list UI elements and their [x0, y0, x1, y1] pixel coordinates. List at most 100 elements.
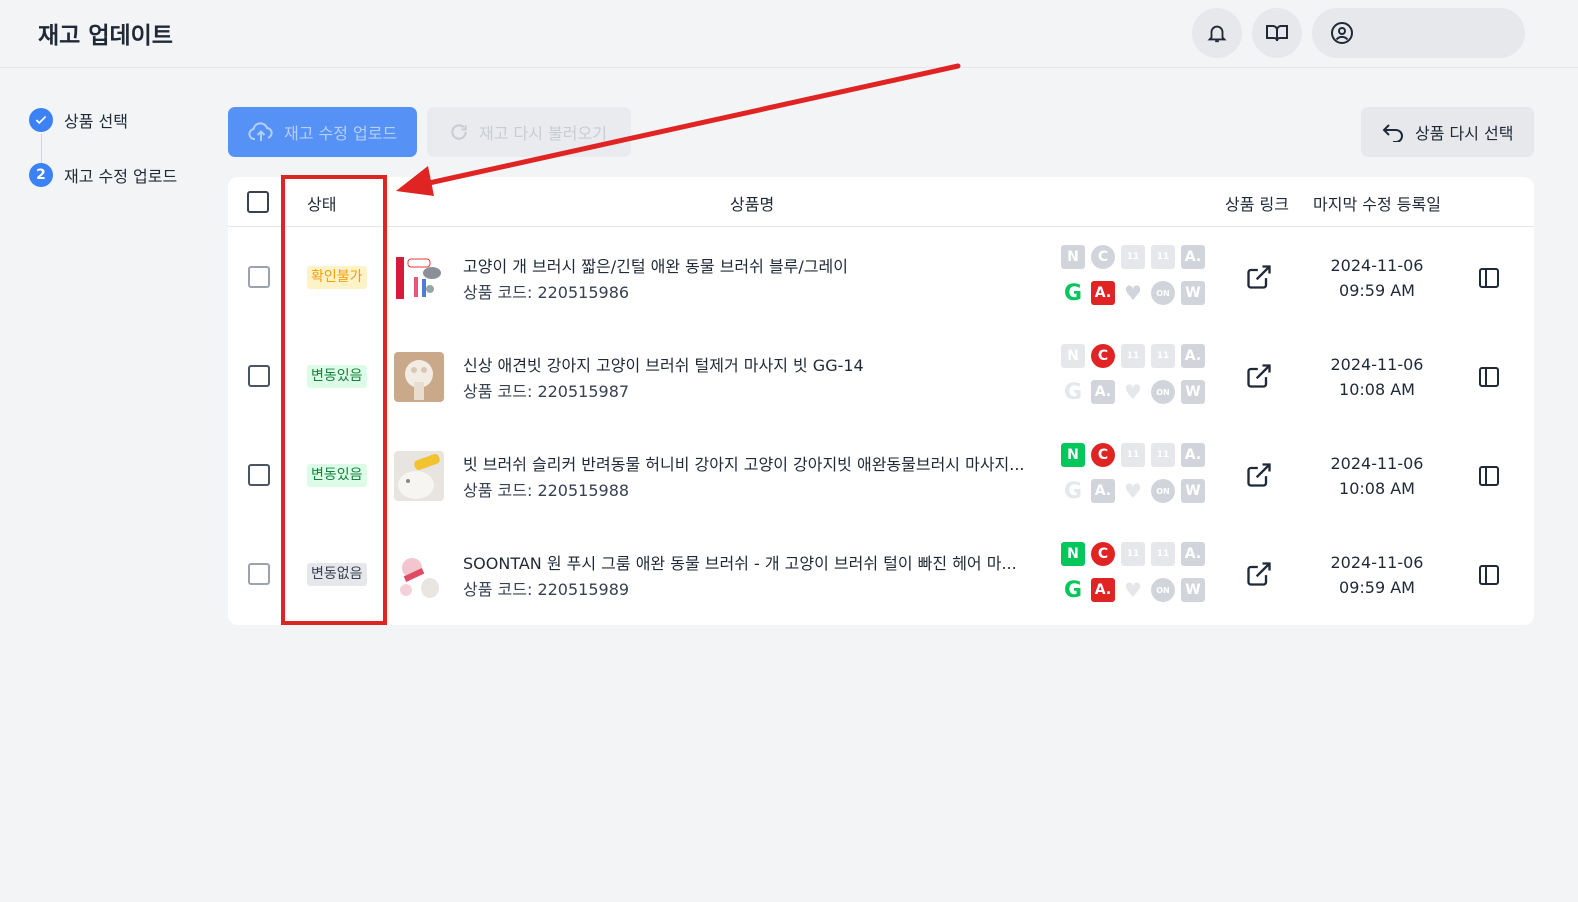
- auction-red-icon[interactable]: A.: [1091, 479, 1115, 503]
- row-checkbox[interactable]: [248, 266, 270, 288]
- heart-icon[interactable]: ♥: [1121, 578, 1145, 602]
- naver-icon[interactable]: N: [1061, 542, 1085, 566]
- row-checkbox[interactable]: [248, 563, 270, 585]
- auction-red-icon[interactable]: A.: [1091, 281, 1115, 305]
- last-updated-time: 10:08 AM: [1339, 479, 1415, 498]
- last-updated: 2024-11-06 10:08 AM: [1310, 451, 1444, 501]
- side-panel-icon[interactable]: [1477, 266, 1501, 290]
- on-icon[interactable]: ON: [1151, 281, 1175, 305]
- coupang-icon[interactable]: C: [1091, 542, 1115, 566]
- product-code: 상품 코드: 220515989: [463, 580, 630, 599]
- row-checkbox[interactable]: [248, 464, 270, 486]
- last-updated-time: 10:08 AM: [1339, 380, 1415, 399]
- wemakeprice-icon[interactable]: W: [1181, 380, 1205, 404]
- product-thumbnail: [394, 451, 444, 501]
- step-connector: [41, 134, 42, 164]
- step-number: 2: [29, 163, 53, 187]
- upload-stock-button[interactable]: 재고 수정 업로드: [228, 107, 417, 157]
- reselect-product-button[interactable]: 상품 다시 선택: [1361, 107, 1534, 157]
- product-name[interactable]: 고양이 개 브러시 짧은/긴털 애완 동물 브러쉬 블루/그레이: [463, 253, 848, 277]
- naver-icon[interactable]: N: [1061, 443, 1085, 467]
- on-icon[interactable]: ON: [1151, 578, 1175, 602]
- on-icon[interactable]: ON: [1151, 380, 1175, 404]
- 11st-icon[interactable]: 11: [1121, 344, 1145, 368]
- 11st-global-icon[interactable]: 11: [1151, 344, 1175, 368]
- upload-stock-label: 재고 수정 업로드: [284, 124, 398, 143]
- step-select-product[interactable]: 상품 선택: [29, 108, 128, 132]
- last-updated-date: 2024-11-06: [1330, 256, 1424, 275]
- last-updated: 2024-11-06 10:08 AM: [1310, 352, 1444, 402]
- wemakeprice-icon[interactable]: W: [1181, 578, 1205, 602]
- auction-red-icon[interactable]: A.: [1091, 578, 1115, 602]
- bell-icon: [1207, 25, 1227, 43]
- 11st-icon[interactable]: 11: [1121, 443, 1145, 467]
- table-row[interactable]: 확인불가 고양이 개 브러시 짧은/긴털 애완 동물 브러쉬 블루/그레이 상품…: [228, 228, 1534, 327]
- reselect-product-label: 상품 다시 선택: [1415, 124, 1514, 143]
- check-icon: [29, 108, 53, 132]
- 11st-global-icon[interactable]: 11: [1151, 245, 1175, 269]
- product-name[interactable]: 신상 애견빗 강아지 고양이 브러쉬 털제거 마사지 빗 GG-14: [463, 352, 864, 376]
- table-row[interactable]: 변동없음 SOONTAN 원 푸시 그룸 애완 동물 브러쉬 - 개 고양이 브…: [228, 525, 1534, 624]
- undo-arrow-icon: [1382, 124, 1403, 142]
- external-link-icon[interactable]: [1245, 362, 1273, 390]
- product-name[interactable]: 빗 브러쉬 슬리커 반려동물 허니비 강아지 고양이 강아지빗 애완동물브러시 …: [463, 451, 1025, 475]
- heart-icon[interactable]: ♥: [1121, 281, 1145, 305]
- side-panel-icon[interactable]: [1477, 365, 1501, 389]
- product-name[interactable]: SOONTAN 원 푸시 그룸 애완 동물 브러쉬 - 개 고양이 브러쉬 털이…: [463, 550, 1017, 574]
- last-updated-date: 2024-11-06: [1330, 553, 1424, 572]
- auction-red-icon[interactable]: A.: [1091, 380, 1115, 404]
- auction-icon[interactable]: A.: [1181, 542, 1205, 566]
- 11st-icon[interactable]: 11: [1121, 245, 1145, 269]
- auction-icon[interactable]: A.: [1181, 245, 1205, 269]
- wemakeprice-icon[interactable]: W: [1181, 479, 1205, 503]
- table-row[interactable]: 변동있음 빗 브러쉬 슬리커 반려동물 허니비 강아지 고양이 강아지빗 애완동…: [228, 426, 1534, 525]
- gmarket-icon[interactable]: G: [1061, 578, 1085, 603]
- wemakeprice-icon[interactable]: W: [1181, 281, 1205, 305]
- coupang-icon[interactable]: C: [1091, 443, 1115, 467]
- side-panel-icon[interactable]: [1477, 464, 1501, 488]
- notification-button[interactable]: [1192, 8, 1242, 58]
- step-label: 상품 선택: [64, 112, 128, 131]
- last-updated-time: 09:59 AM: [1339, 578, 1415, 597]
- step-upload-stock[interactable]: 2 재고 수정 업로드: [29, 163, 177, 187]
- gmarket-icon[interactable]: G: [1061, 479, 1085, 504]
- profile-button[interactable]: [1312, 8, 1525, 58]
- gmarket-icon[interactable]: G: [1061, 281, 1085, 306]
- auction-icon[interactable]: A.: [1181, 344, 1205, 368]
- cloud-upload-icon: [248, 122, 273, 141]
- last-updated-date: 2024-11-06: [1330, 454, 1424, 473]
- reload-stock-label: 재고 다시 불러오기: [479, 124, 607, 143]
- stock-table: 상태 상품명 상품 링크 마지막 수정 등록일 확인불가 고양이 개 브러시 짧…: [228, 177, 1534, 625]
- naver-icon[interactable]: N: [1061, 344, 1085, 368]
- gmarket-icon[interactable]: G: [1061, 380, 1085, 405]
- external-link-icon[interactable]: [1245, 560, 1273, 588]
- row-checkbox[interactable]: [248, 365, 270, 387]
- auction-icon[interactable]: A.: [1181, 443, 1205, 467]
- 11st-global-icon[interactable]: 11: [1151, 443, 1175, 467]
- table-row[interactable]: 변동있음 신상 애견빗 강아지 고양이 브러쉬 털제거 마사지 빗 GG-14 …: [228, 327, 1534, 426]
- column-link: 상품 링크: [1225, 195, 1289, 214]
- reload-stock-button[interactable]: 재고 다시 불러오기: [427, 107, 631, 157]
- book-icon: [1266, 25, 1288, 42]
- 11st-global-icon[interactable]: 11: [1151, 542, 1175, 566]
- top-header: 재고 업데이트: [0, 0, 1578, 68]
- page-title: 재고 업데이트: [38, 23, 173, 49]
- coupang-icon[interactable]: C: [1091, 344, 1115, 368]
- table-header: 상태 상품명 상품 링크 마지막 수정 등록일: [228, 177, 1534, 227]
- naver-icon[interactable]: N: [1061, 245, 1085, 269]
- external-link-icon[interactable]: [1245, 263, 1273, 291]
- product-code: 상품 코드: 220515986: [463, 283, 630, 302]
- heart-icon[interactable]: ♥: [1121, 479, 1145, 503]
- select-all-checkbox[interactable]: [247, 191, 269, 213]
- external-link-icon[interactable]: [1245, 461, 1273, 489]
- 11st-icon[interactable]: 11: [1121, 542, 1145, 566]
- last-updated: 2024-11-06 09:59 AM: [1310, 550, 1444, 600]
- coupang-icon[interactable]: C: [1091, 245, 1115, 269]
- last-updated: 2024-11-06 09:59 AM: [1310, 253, 1444, 303]
- product-thumbnail: [394, 550, 444, 600]
- on-icon[interactable]: ON: [1151, 479, 1175, 503]
- product-thumbnail: [394, 253, 444, 303]
- guide-button[interactable]: [1252, 8, 1302, 58]
- heart-icon[interactable]: ♥: [1121, 380, 1145, 404]
- side-panel-icon[interactable]: [1477, 563, 1501, 587]
